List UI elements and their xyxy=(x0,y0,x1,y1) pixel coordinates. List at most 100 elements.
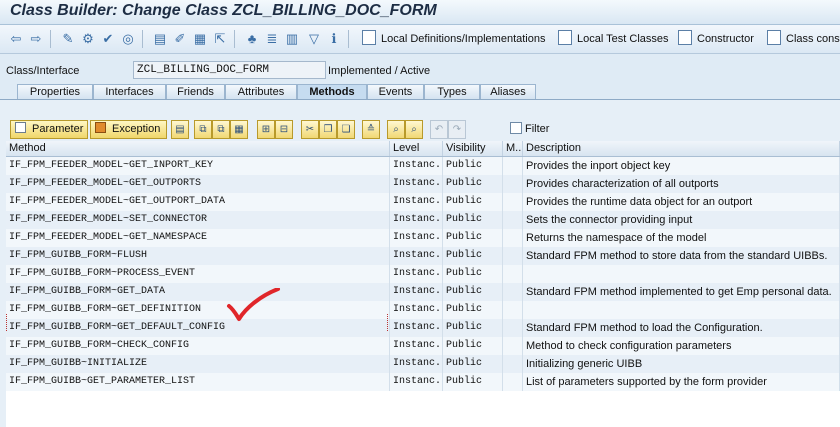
cell-description[interactable]: Method to check configuration parameters xyxy=(523,337,840,355)
cell-description[interactable] xyxy=(523,265,840,283)
cell-level[interactable]: Instanc... xyxy=(390,211,443,229)
insert-row-icon[interactable]: ⊞ xyxy=(257,120,275,139)
delete-row-icon[interactable]: ⊟ xyxy=(275,120,293,139)
cell-visibility[interactable]: Public xyxy=(443,229,503,247)
table-row[interactable]: IF_FPM_GUIBB_FORM~PROCESS_EVENTInstanc..… xyxy=(6,265,840,284)
cell-level[interactable]: Instanc... xyxy=(390,301,443,319)
exception-button[interactable]: Exception xyxy=(90,120,167,139)
cell-method[interactable]: IF_FPM_FEEDER_MODEL~GET_INPORT_KEY xyxy=(6,157,390,175)
cell-visibility[interactable]: Public xyxy=(443,301,503,319)
table-row[interactable]: IF_FPM_GUIBB_FORM~GET_DEFAULT_CONFIG Inst… xyxy=(6,319,840,338)
pretty-printer-icon[interactable]: ≣ xyxy=(264,31,280,47)
cell-description[interactable] xyxy=(523,301,840,319)
table-row[interactable]: IF_FPM_FEEDER_MODEL~GET_NAMESPACE Instanc… xyxy=(6,229,840,248)
tab-aliases[interactable]: Aliases xyxy=(480,84,536,99)
column-header-level[interactable]: Level xyxy=(390,141,443,156)
class-constructor-button[interactable]: Class constr xyxy=(767,30,840,48)
cell-visibility[interactable]: Public xyxy=(443,373,503,391)
column-header-description[interactable]: Description xyxy=(523,141,840,156)
cell-level[interactable]: Instanc... xyxy=(390,337,443,355)
table-row[interactable]: IF_FPM_GUIBB_FORM~GET_DEFINITION Instanc.… xyxy=(6,301,840,320)
cell-level[interactable]: Instanc... xyxy=(390,247,443,265)
back-arrow-icon[interactable]: ⇦ xyxy=(8,31,24,47)
redo-icon[interactable]: ↷ xyxy=(448,120,466,139)
column-header-m[interactable]: M... xyxy=(503,141,523,156)
cell-method[interactable]: IF_FPM_FEEDER_MODEL~GET_NAMESPACE xyxy=(6,229,390,247)
cut-icon[interactable]: ✂ xyxy=(301,120,319,139)
filter-checkbox[interactable]: Filter xyxy=(510,122,549,136)
cell-level[interactable]: Instanc... xyxy=(390,319,443,337)
check-icon[interactable]: ✔ xyxy=(100,31,116,47)
hierarchy-icon[interactable]: ♣ xyxy=(244,31,260,47)
edit-toggle-icon[interactable]: ✎ xyxy=(60,31,76,47)
cell-m[interactable] xyxy=(503,175,523,193)
cell-method[interactable]: IF_FPM_GUIBB~GET_PARAMETER_LIST xyxy=(6,373,390,391)
cell-level[interactable]: Instanc... xyxy=(390,355,443,373)
column-header-visibility[interactable]: Visibility xyxy=(443,141,503,156)
source-code-icon[interactable]: ▤ xyxy=(171,120,189,139)
cell-method[interactable]: IF_FPM_GUIBB_FORM~GET_DEFAULT_CONFIG xyxy=(6,319,390,337)
tab-methods[interactable]: Methods xyxy=(297,84,367,99)
cell-description[interactable]: Initializing generic UIBB xyxy=(523,355,840,373)
undo-icon[interactable]: ↶ xyxy=(430,120,448,139)
table-row[interactable]: IF_FPM_GUIBB~INITIALIZEInstanc...Public I… xyxy=(6,355,840,374)
cell-visibility[interactable]: Public xyxy=(443,193,503,211)
column-header-method[interactable]: Method xyxy=(6,141,390,156)
cell-visibility[interactable]: Public xyxy=(443,355,503,373)
tab-types[interactable]: Types xyxy=(424,84,480,99)
cell-method[interactable]: IF_FPM_GUIBB_FORM~FLUSH xyxy=(6,247,390,265)
class-name-field[interactable]: ZCL_BILLING_DOC_FORM xyxy=(133,61,326,79)
cell-visibility[interactable]: Public xyxy=(443,211,503,229)
tab-attributes[interactable]: Attributes xyxy=(225,84,297,99)
empty-row[interactable] xyxy=(6,409,840,427)
cell-method[interactable]: IF_FPM_FEEDER_MODEL~GET_OUTPORT_DATA xyxy=(6,193,390,211)
cell-method[interactable]: IF_FPM_GUIBB_FORM~GET_DATA xyxy=(6,283,390,301)
parameter-button[interactable]: Parameter xyxy=(10,120,88,139)
table-row[interactable]: IF_FPM_FEEDER_MODEL~SET_CONNECTOR Instanc… xyxy=(6,211,840,230)
tab-properties[interactable]: Properties xyxy=(17,84,93,99)
cell-description[interactable]: Provides the inport object key xyxy=(523,157,840,175)
cell-visibility[interactable]: Public xyxy=(443,337,503,355)
cell-description[interactable]: Provides characterization of all outport… xyxy=(523,175,840,193)
cell-m[interactable] xyxy=(503,373,523,391)
cell-level[interactable]: Instanc... xyxy=(390,193,443,211)
cell-m[interactable] xyxy=(503,355,523,373)
cell-method[interactable]: IF_FPM_FEEDER_MODEL~SET_CONNECTOR xyxy=(6,211,390,229)
cell-visibility[interactable]: Public xyxy=(443,157,503,175)
tab-interfaces[interactable]: Interfaces xyxy=(93,84,166,99)
cell-description[interactable]: List of parameters supported by the form… xyxy=(523,373,840,391)
cell-description[interactable]: Sets the connector providing input xyxy=(523,211,840,229)
cell-level[interactable]: Instanc... xyxy=(390,229,443,247)
cell-level[interactable]: Instanc... xyxy=(390,283,443,301)
cell-visibility[interactable]: Public xyxy=(443,265,503,283)
cell-visibility[interactable]: Public xyxy=(443,319,503,337)
copy-row-icon[interactable]: ⧉ xyxy=(212,120,230,139)
object-list-icon[interactable]: ▤ xyxy=(152,31,168,47)
tab-friends[interactable]: Friends xyxy=(166,84,225,99)
display-object-icon[interactable]: ✐ xyxy=(172,31,188,47)
cell-m[interactable] xyxy=(503,193,523,211)
cell-m[interactable] xyxy=(503,319,523,337)
cell-method[interactable]: IF_FPM_GUIBB_FORM~GET_DEFINITION xyxy=(6,301,390,319)
cell-m[interactable] xyxy=(503,211,523,229)
cell-visibility[interactable]: Public xyxy=(443,283,503,301)
tab-events[interactable]: Events xyxy=(367,84,424,99)
sort-icon[interactable]: ≙ xyxy=(362,120,380,139)
local-test-classes-button[interactable]: Local Test Classes xyxy=(558,30,669,48)
filter-icon[interactable]: ▽ xyxy=(306,31,322,47)
cell-m[interactable] xyxy=(503,265,523,283)
cell-method[interactable]: IF_FPM_GUIBB_FORM~CHECK_CONFIG xyxy=(6,337,390,355)
find-next-icon[interactable]: ⌕ xyxy=(405,120,423,139)
forward-arrow-icon[interactable]: ⇨ xyxy=(28,31,44,47)
table-row[interactable]: IF_FPM_FEEDER_MODEL~GET_INPORT_KEY Instan… xyxy=(6,157,840,176)
cut-row-icon[interactable]: ⧉ xyxy=(194,120,212,139)
cell-level[interactable]: Instanc... xyxy=(390,175,443,193)
info-icon[interactable]: ℹ xyxy=(326,31,342,47)
copy-icon[interactable]: ❐ xyxy=(319,120,337,139)
cell-m[interactable] xyxy=(503,301,523,319)
table-row[interactable]: IF_FPM_GUIBB~GET_PARAMETER_LISTInstanc..… xyxy=(6,373,840,392)
table-row[interactable]: IF_FPM_FEEDER_MODEL~GET_OUTPORT_DATA Inst… xyxy=(6,193,840,212)
cell-method[interactable]: IF_FPM_GUIBB~INITIALIZE xyxy=(6,355,390,373)
cell-method[interactable]: IF_FPM_GUIBB_FORM~PROCESS_EVENT xyxy=(6,265,390,283)
cell-description[interactable]: Standard FPM method to store data from t… xyxy=(523,247,840,265)
